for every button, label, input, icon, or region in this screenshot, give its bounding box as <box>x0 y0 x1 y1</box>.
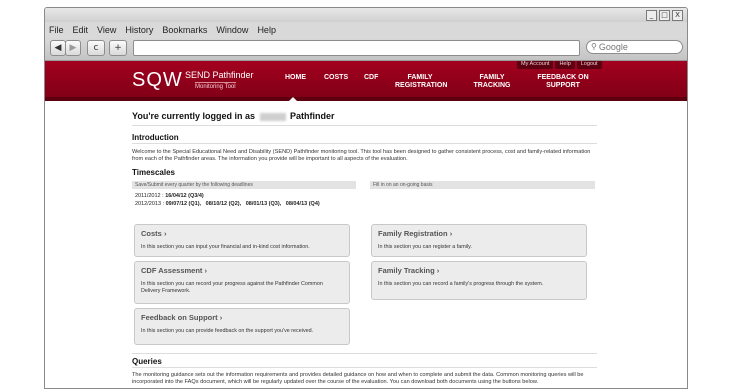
ongoing-header: Fill in on an on-going basis <box>370 181 595 189</box>
feedback-card-title[interactable]: Feedback on Support › <box>141 313 343 322</box>
search-placeholder: Google <box>598 42 628 52</box>
costs-card-desc: In this section you can input your finan… <box>141 244 310 250</box>
browser-window: _ □ X File Edit View History Bookmarks W… <box>44 7 688 389</box>
add-bookmark-button[interactable]: + <box>109 40 127 56</box>
family-tracking-card[interactable]: Family Tracking › In this section you ca… <box>371 261 587 300</box>
year-label: 2011/2012 : <box>135 193 164 199</box>
divider <box>132 367 597 368</box>
divider <box>132 125 597 126</box>
costs-card-title[interactable]: Costs › <box>141 229 343 238</box>
browser-toolbar: ◀ ▶ c + ⚲ Google <box>45 38 687 61</box>
intro-text: Welcome to the Special Educational Need … <box>132 149 591 162</box>
web-page: SQW SEND Pathfinder Monitoring Tool My A… <box>45 61 687 388</box>
welcome-suffix: Pathfinder <box>290 111 335 121</box>
deadlines-header: Save/Submit every quarter by the followi… <box>132 181 356 189</box>
nav-family-tracking[interactable]: FAMILY TRACKING <box>470 74 514 90</box>
family-registration-card-title[interactable]: Family Registration › <box>378 229 580 238</box>
minimize-button[interactable]: _ <box>646 10 657 21</box>
desktop-background-left <box>0 0 44 381</box>
costs-card[interactable]: Costs › In this section you can input yo… <box>134 224 350 257</box>
nav-cdf[interactable]: CDF <box>364 74 378 82</box>
deadline-date: 08/04/13 (Q4) <box>285 201 320 207</box>
chevron-right-icon: › <box>449 229 453 238</box>
deadline-row-2011: 2011/2012 : 16/04/12 (Q3/4) <box>135 193 204 199</box>
forward-button[interactable]: ▶ <box>65 40 81 56</box>
active-nav-indicator <box>289 97 297 101</box>
logout-link[interactable]: Logout <box>576 61 602 69</box>
title-bar: _ □ X <box>45 8 687 22</box>
redacted-name <box>259 112 286 121</box>
close-button[interactable]: X <box>672 10 683 21</box>
nav-home[interactable]: HOME <box>285 74 306 82</box>
deadline-date: 08/01/13 (Q3), <box>245 201 282 207</box>
intro-heading: Introduction <box>132 133 179 142</box>
timescales-heading: Timescales <box>132 168 175 177</box>
maximize-button[interactable]: □ <box>659 10 670 21</box>
deadline-date: 08/10/12 (Q2), <box>205 201 242 207</box>
search-field[interactable]: ⚲ Google <box>586 40 683 54</box>
cdf-assessment-card[interactable]: CDF Assessment › In this section you can… <box>134 261 350 304</box>
menu-view[interactable]: View <box>97 25 116 35</box>
menu-history[interactable]: History <box>125 25 153 35</box>
divider <box>132 143 597 144</box>
chevron-right-icon: › <box>163 229 167 238</box>
menu-window[interactable]: Window <box>216 25 248 35</box>
deadline-date: 09/07/12 (Q1), <box>165 201 202 207</box>
logo-subtitle: Monitoring Tool <box>195 82 236 90</box>
cdf-card-title[interactable]: CDF Assessment › <box>141 266 343 275</box>
site-logo[interactable]: SQW <box>132 69 183 92</box>
site-header: SQW SEND Pathfinder Monitoring Tool My A… <box>45 61 687 101</box>
family-registration-card[interactable]: Family Registration › In this section yo… <box>371 224 587 257</box>
welcome-prefix: You're currently logged in as <box>132 111 255 121</box>
year-label: 2012/2013 : <box>135 201 165 207</box>
logo-title: SEND Pathfinder <box>185 70 254 80</box>
deadline-date: 16/04/12 (Q3/4) <box>165 193 204 199</box>
menu-edit[interactable]: Edit <box>73 25 89 35</box>
family-registration-card-desc: In this section you can register a famil… <box>378 244 472 250</box>
queries-text: The monitoring guidance sets out the inf… <box>132 372 584 385</box>
welcome-message: You're currently logged in as Pathfinder <box>132 111 335 121</box>
queries-heading: Queries <box>132 357 162 366</box>
chevron-right-icon: › <box>204 266 208 275</box>
nav-feedback-on-support[interactable]: FEEDBACK ON SUPPORT <box>535 74 591 90</box>
feedback-card-desc: In this section you can provide feedback… <box>141 328 314 334</box>
nav-costs[interactable]: COSTS <box>324 74 348 82</box>
divider <box>132 353 597 354</box>
menu-bookmarks[interactable]: Bookmarks <box>162 25 207 35</box>
menu-file[interactable]: File <box>49 25 64 35</box>
deadline-row-2012: 2012/2013 : 09/07/12 (Q1), 08/10/12 (Q2)… <box>135 201 320 207</box>
my-account-link[interactable]: My Account <box>517 61 554 69</box>
search-icon: ⚲ <box>591 42 597 51</box>
family-tracking-card-title[interactable]: Family Tracking › <box>378 266 580 275</box>
menu-help[interactable]: Help <box>257 25 276 35</box>
nav-family-registration[interactable]: FAMILY REGISTRATION <box>395 74 447 90</box>
chevron-right-icon: › <box>219 313 223 322</box>
chevron-right-icon: › <box>436 266 440 275</box>
header-shade <box>45 97 687 101</box>
cdf-card-desc: In this section you can record your prog… <box>141 281 323 294</box>
feedback-card[interactable]: Feedback on Support › In this section yo… <box>134 308 350 345</box>
reload-button[interactable]: c <box>87 40 105 56</box>
desktop-background-right <box>686 0 740 381</box>
family-tracking-card-desc: In this section you can record a family'… <box>378 281 544 287</box>
help-link[interactable]: Help <box>555 61 575 69</box>
back-button[interactable]: ◀ <box>50 40 66 56</box>
address-bar[interactable] <box>133 40 580 56</box>
utility-links: My Account Help Logout <box>517 61 602 69</box>
menu-bar: File Edit View History Bookmarks Window … <box>45 22 687 38</box>
